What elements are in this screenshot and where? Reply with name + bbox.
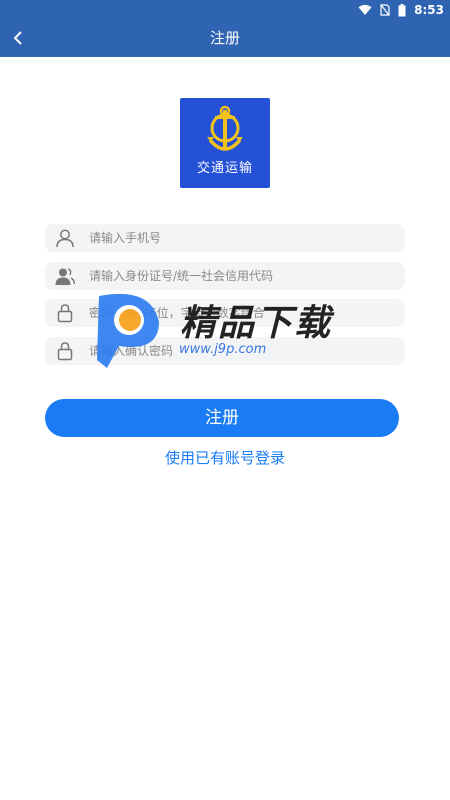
lock-icon bbox=[57, 304, 73, 323]
status-bar: 8:53 bbox=[0, 0, 450, 20]
register-button[interactable]: 注册 bbox=[45, 399, 399, 437]
anchor-icon bbox=[207, 105, 243, 151]
users-icon bbox=[55, 268, 75, 285]
watermark-title: 精品下载 bbox=[180, 303, 333, 344]
wifi-icon bbox=[358, 4, 372, 15]
watermark-logo-icon bbox=[97, 293, 159, 368]
logo-text: 交通运输 bbox=[196, 161, 253, 176]
login-link[interactable]: 使用已有账号登录 bbox=[0, 446, 450, 470]
no-sim-icon bbox=[380, 4, 390, 16]
phone-input[interactable] bbox=[89, 224, 389, 252]
user-icon bbox=[56, 229, 74, 248]
battery-icon bbox=[398, 3, 406, 16]
page-title: 注册 bbox=[209, 29, 240, 47]
app-logo: 交通运输 bbox=[180, 98, 270, 188]
watermark-url: www.j9p.com bbox=[179, 342, 267, 357]
id-input[interactable] bbox=[89, 262, 389, 290]
status-time: 8:53 bbox=[414, 3, 444, 17]
app-bar: 注册 bbox=[0, 20, 450, 57]
watermark: 精品下载 www.j9p.com bbox=[85, 290, 355, 370]
phone-field[interactable] bbox=[45, 224, 405, 252]
id-field[interactable] bbox=[45, 262, 405, 290]
lock-icon bbox=[57, 342, 73, 361]
